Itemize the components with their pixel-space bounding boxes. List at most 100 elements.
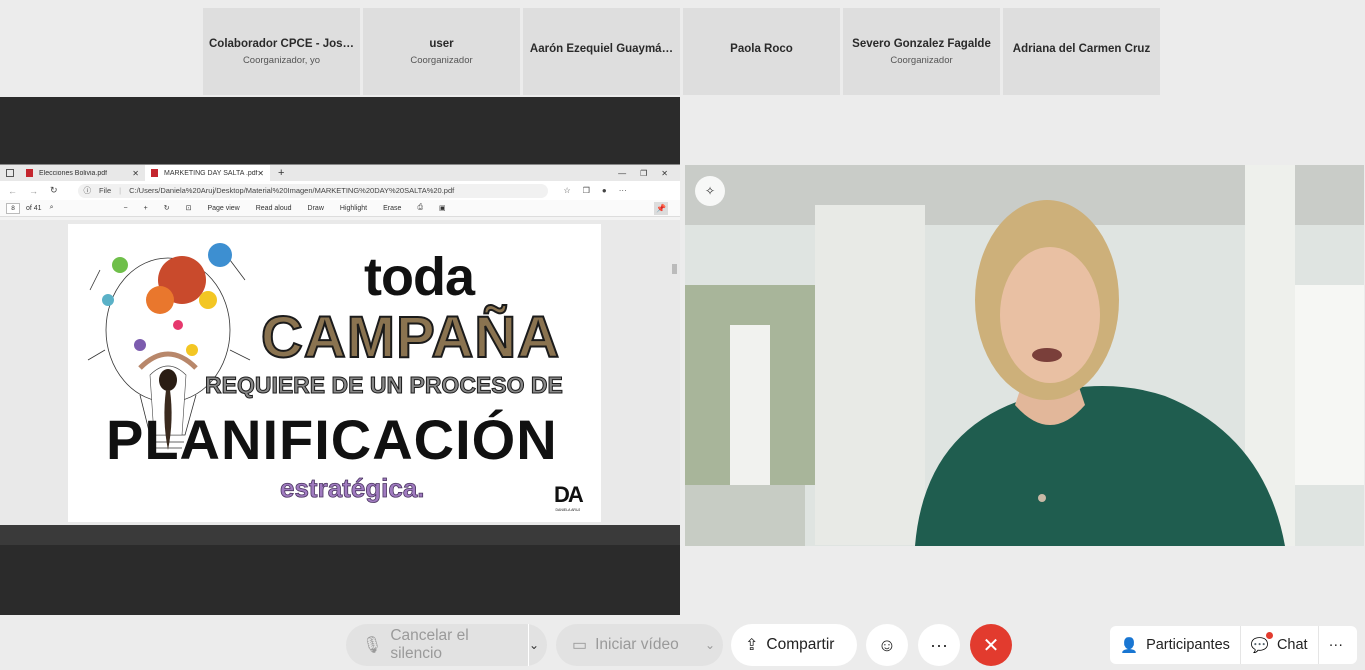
forward-icon[interactable]: → [29,186,38,196]
browser-toolbar: ☆ ❒ ● ··· [564,186,627,195]
slide-text-toda: toda [364,247,475,307]
participant-name: Adriana del Carmen Cruz [1012,43,1151,55]
chat-label: Chat [1276,637,1308,653]
logo-subtext: DANIELA ARUJ [555,508,581,512]
pdf-viewport[interactable]: toda CAMPAÑA REQUIERE DE UN PROCESO DE P… [0,220,680,525]
fit-icon[interactable]: ⊡ [186,204,192,212]
pdf-scrollbar[interactable] [672,222,677,522]
more-icon: ··· [930,634,948,655]
participant-role: Coorganizador [890,54,953,66]
participant-tile[interactable]: Severo Gonzalez Fagalde Coorganizador [843,8,1000,95]
save-icon[interactable]: ▣ [439,204,446,212]
pdf-toolbar: 8 of 41 ⌕ − + ↻ ⊡ Page view Read aloud D… [0,200,680,217]
pdf-page-slide: toda CAMPAÑA REQUIERE DE UN PROCESO DE P… [68,224,601,522]
browser-tab-bar: Elecciones Bolivia.pdf ✕ MARKETING DAY SA… [0,165,680,181]
pdf-icon [151,169,158,177]
participants-button[interactable]: 👤 Participantes [1110,626,1240,664]
more-icon: ··· [1328,637,1344,653]
collections-icon[interactable]: ❒ [583,186,590,195]
reactions-button[interactable]: ☺ [866,624,908,666]
participant-tile[interactable]: Adriana del Carmen Cruz [1003,8,1160,95]
participants-label: Participantes [1146,637,1230,653]
back-icon[interactable]: ← [8,186,17,196]
share-button[interactable]: ⇪ Compartir [731,624,857,666]
window-controls: — ❐ ✕ [618,169,680,178]
close-icon[interactable]: ✕ [132,169,139,178]
draw-button[interactable]: Draw [308,205,324,212]
address-bar: ← → ↻ ⓘ File | C:/Users/Daniela%20Aruj/D… [0,181,680,200]
zoom-in-icon[interactable]: + [144,205,148,212]
url-divider: | [119,186,122,195]
erase-button[interactable]: Erase [383,205,401,212]
share-icon: ⇪ [745,637,759,654]
more-options-button[interactable]: ··· [918,624,960,666]
chat-icon: 💬 [1250,637,1269,654]
participant-tile[interactable]: Paola Roco [683,8,840,95]
info-icon: ⓘ [83,186,92,195]
page-view-button[interactable]: Page view [207,205,239,212]
highlight-button[interactable]: Highlight [340,205,367,212]
restore-icon[interactable]: ❐ [640,169,647,178]
mute-button[interactable]: 🎙 Cancelar el silencio ⌄ [346,624,547,666]
shared-browser-window: Elecciones Bolivia.pdf ✕ MARKETING DAY SA… [0,164,680,545]
leave-call-button[interactable]: ✕ [970,624,1012,666]
unread-dot [1265,632,1273,639]
pin-toolbar-icon[interactable]: 📌 [654,201,668,215]
video-label: Iniciar vídeo [595,636,679,653]
chat-button[interactable]: 💬 Chat [1239,626,1318,664]
participant-name: Aarón Ezequiel Guaymá… [529,43,674,55]
pdf-icon [26,169,33,177]
participant-role: Coorganizador, yo [242,54,321,66]
slide-text-planificacion: PLANIFICACIÓN [106,408,558,471]
da-logo: DA DANIELA ARUJ [554,482,584,512]
participant-role: Coorganizador [410,54,473,66]
chevron-down-icon[interactable]: ⌄ [705,638,715,652]
camera-icon: ▭ [572,637,588,654]
chevron-down-icon[interactable]: ⌄ [529,638,539,652]
search-icon[interactable]: ⌕ [50,204,54,212]
smiley-icon: ☺ [877,634,897,655]
slide-text-campana: CAMPAÑA [260,304,561,371]
page-number-input[interactable]: 8 [6,202,20,214]
video-button[interactable]: ▭ Iniciar vídeo ⌄ [556,624,723,666]
microphone-icon: 🎙 [362,637,383,654]
shared-screen: Elecciones Bolivia.pdf ✕ MARKETING DAY SA… [0,97,680,615]
side-panel-controls: 👤 Participantes 💬 Chat ··· [1110,626,1357,664]
tab-label: MARKETING DAY SALTA .pdf [164,169,258,177]
favorites-icon[interactable]: ☆ [564,186,571,195]
new-tab-icon[interactable]: + [278,167,284,179]
mute-label: Cancelar el silencio [390,627,469,662]
read-aloud-button[interactable]: Read aloud [256,205,292,212]
print-icon[interactable]: ⎙ [417,204,423,212]
pin-video-icon[interactable]: ✧ [695,176,725,206]
zoom-out-icon[interactable]: − [124,205,128,212]
scrollbar-thumb[interactable] [672,264,677,274]
logo-text: DA [554,482,584,507]
participant-name: Paola Roco [730,43,793,55]
participant-name: Severo Gonzalez Fagalde [852,37,991,50]
share-label: Compartir [766,636,835,653]
speaker-video[interactable]: ✧ [685,165,1364,546]
panel-more-button[interactable]: ··· [1317,626,1354,664]
minimize-icon[interactable]: — [618,169,626,178]
refresh-icon[interactable]: ↻ [50,185,58,196]
close-window-icon[interactable]: ✕ [661,169,668,178]
participant-name: user [429,37,454,50]
close-icon[interactable]: ✕ [257,169,264,178]
participant-strip: Colaborador CPCE - Jos… Coorganizador, yo… [203,8,1160,95]
page-count: of 41 [26,204,42,212]
more-icon[interactable]: ··· [619,186,627,195]
person-icon: 👤 [1120,637,1139,654]
browser-tab-active[interactable]: MARKETING DAY SALTA .pdf ✕ [145,165,270,181]
browser-tab[interactable]: Elecciones Bolivia.pdf ✕ [20,165,145,181]
participant-tile[interactable]: Colaborador CPCE - Jos… Coorganizador, yo [203,8,360,95]
profile-icon[interactable]: ● [602,186,607,195]
url-field[interactable]: ⓘ File | C:/Users/Daniela%20Aruj/Desktop… [77,183,548,198]
rotate-icon[interactable]: ↻ [164,204,170,212]
screen-bottom-bar [0,525,680,545]
participant-tile[interactable]: Aarón Ezequiel Guaymá… [523,8,680,95]
slide-text-requiere: REQUIERE DE UN PROCESO DE [205,372,564,399]
participant-tile[interactable]: user Coorganizador [363,8,520,95]
tab-actions-icon[interactable] [6,169,14,177]
pdf-tools: − + ↻ ⊡ Page view Read aloud Draw Highli… [124,204,446,212]
